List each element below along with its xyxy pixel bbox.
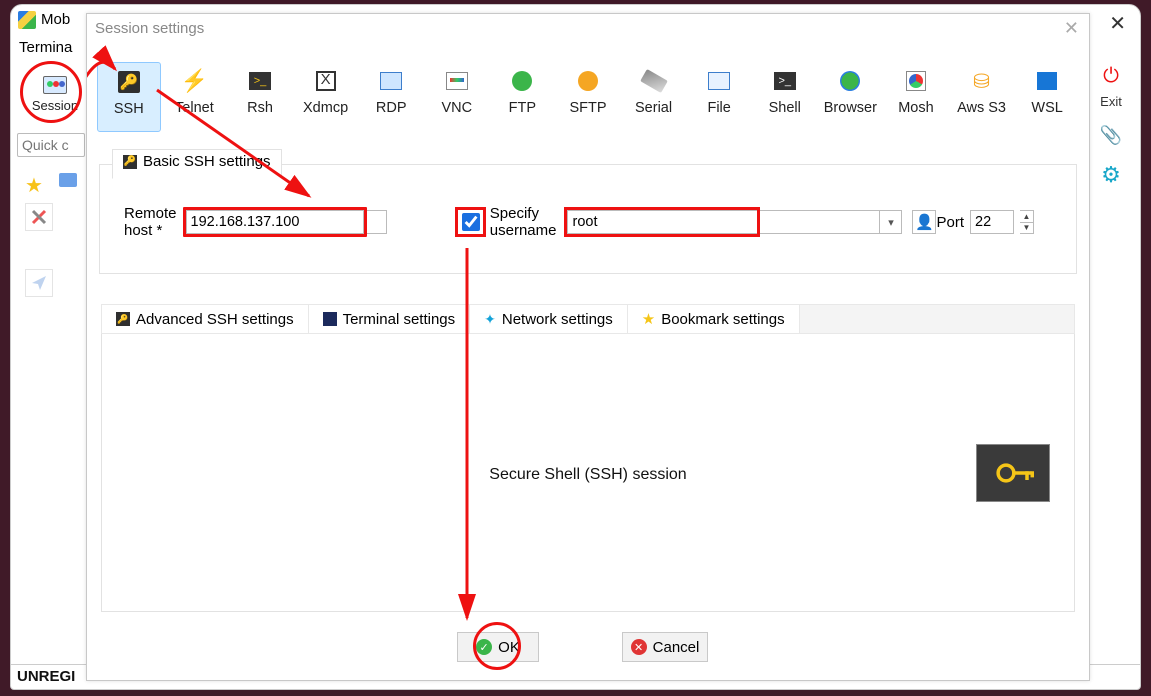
session-type-ftp[interactable]: FTP	[491, 62, 555, 132]
specify-username-label: Specify username	[490, 205, 557, 239]
remote-host-input[interactable]	[186, 210, 364, 234]
sftp-icon	[578, 71, 598, 91]
rsh-icon: >_	[249, 72, 271, 90]
ok-button[interactable]: ✓ OK	[457, 632, 539, 662]
xdmcp-icon	[316, 71, 336, 91]
session-type-aws[interactable]: ⛁ Aws S3	[950, 62, 1014, 132]
specify-username-checkbox[interactable]	[462, 213, 480, 231]
tab-network-settings[interactable]: ✦ Network settings	[470, 305, 628, 333]
session-icon	[43, 76, 67, 94]
port-spinner[interactable]: ▲▼	[1020, 210, 1034, 234]
favorites-star-icon[interactable]: ★	[25, 173, 43, 198]
tab-advanced-ssh[interactable]: 🔑 Advanced SSH settings	[102, 305, 309, 333]
settings-tabs: 🔑 Advanced SSH settings Terminal setting…	[101, 304, 1075, 334]
annotation-box-checkbox	[455, 207, 486, 237]
session-type-file[interactable]: File	[687, 62, 751, 132]
session-description: Secure Shell (SSH) session	[102, 466, 1074, 484]
session-type-mosh[interactable]: Mosh	[884, 62, 948, 132]
session-type-shell[interactable]: >_ Shell	[753, 62, 817, 132]
basic-ssh-settings-group: 🔑 Basic SSH settings Remote host * Speci…	[99, 164, 1077, 274]
advanced-ssh-icon: 🔑	[116, 312, 130, 326]
shell-icon: >_	[774, 72, 796, 90]
aws-icon: ⛁	[969, 68, 995, 94]
ftp-icon	[512, 71, 532, 91]
username-input[interactable]	[567, 210, 757, 234]
session-type-sftp[interactable]: SFTP	[556, 62, 620, 132]
sidebar-send-icon[interactable]	[25, 269, 53, 297]
unregistered-label: UNREGI	[17, 668, 75, 685]
ssh-icon: 🔑	[118, 71, 140, 93]
gear-icon[interactable]: ⚙	[1101, 162, 1121, 188]
dialog-close-icon[interactable]: ✕	[1064, 18, 1079, 39]
sidebar-tools-icon[interactable]	[25, 203, 53, 231]
username-dropdown-icon[interactable]: ▾	[880, 210, 902, 234]
annotation-box-username	[564, 207, 760, 237]
settings-content-pane: Secure Shell (SSH) session	[101, 334, 1075, 612]
close-icon[interactable]: ✕	[1109, 11, 1126, 36]
terminal-icon	[323, 312, 337, 326]
remote-host-label: Remote host *	[124, 205, 177, 239]
session-type-telnet[interactable]: ⚡ Telnet	[163, 62, 227, 132]
cancel-button[interactable]: ✕ Cancel	[622, 632, 708, 662]
user-sessions-icon[interactable]	[59, 173, 77, 187]
vnc-icon	[446, 72, 468, 90]
ok-check-icon: ✓	[476, 639, 492, 655]
ssh-small-icon: 🔑	[123, 155, 137, 169]
session-type-toolbar: 🔑 SSH ⚡ Telnet >_ Rsh Xdmcp RDP VNC	[97, 62, 1079, 140]
basic-ssh-header: 🔑 Basic SSH settings	[112, 149, 282, 179]
file-icon	[708, 72, 730, 90]
exit-label: Exit	[1100, 94, 1122, 109]
session-type-browser[interactable]: Browser	[819, 62, 883, 132]
tab-bookmark-settings[interactable]: ★ Bookmark settings	[628, 305, 800, 333]
browser-icon	[840, 71, 860, 91]
telnet-icon: ⚡	[181, 68, 207, 94]
session-type-rsh[interactable]: >_ Rsh	[228, 62, 292, 132]
main-window: Mob ✕ Termina Session ★ UNREGI ⏻ Exit 📎 …	[10, 4, 1141, 690]
tab-terminal-settings[interactable]: Terminal settings	[309, 305, 471, 333]
app-logo-icon	[18, 11, 36, 29]
power-icon[interactable]: ⏻	[1103, 65, 1119, 88]
menu-bar-fragment[interactable]: Termina	[19, 39, 72, 56]
dialog-title: Session settings	[95, 20, 204, 37]
session-type-ssh[interactable]: 🔑 SSH	[97, 62, 161, 132]
quick-connect-input[interactable]	[17, 133, 85, 157]
network-icon: ✦	[484, 311, 496, 328]
username-manage-button[interactable]: 👤	[912, 210, 936, 234]
cancel-x-icon: ✕	[631, 639, 647, 655]
session-type-serial[interactable]: Serial	[622, 62, 686, 132]
session-type-vnc[interactable]: VNC	[425, 62, 489, 132]
annotation-box-host	[183, 207, 367, 237]
session-type-xdmcp[interactable]: Xdmcp	[294, 62, 358, 132]
right-toolbar: ⏻ Exit 📎 ⚙	[1088, 65, 1134, 188]
session-type-wsl[interactable]: WSL	[1015, 62, 1079, 132]
wsl-icon	[1037, 72, 1057, 90]
port-input[interactable]	[970, 210, 1014, 234]
session-button[interactable]: Session	[28, 63, 82, 125]
mosh-icon	[906, 71, 926, 91]
app-title: Mob	[41, 11, 70, 28]
bookmark-star-icon: ★	[642, 310, 655, 328]
session-type-rdp[interactable]: RDP	[359, 62, 423, 132]
paperclip-icon[interactable]: 📎	[1100, 125, 1122, 146]
session-settings-dialog: Session settings ✕ 🔑 SSH ⚡ Telnet >_ Rsh…	[86, 13, 1090, 681]
rdp-icon	[380, 72, 402, 90]
ssh-key-large-icon	[976, 444, 1050, 502]
serial-icon	[640, 69, 668, 93]
session-button-label: Session	[32, 98, 78, 113]
port-label: Port	[936, 214, 964, 231]
